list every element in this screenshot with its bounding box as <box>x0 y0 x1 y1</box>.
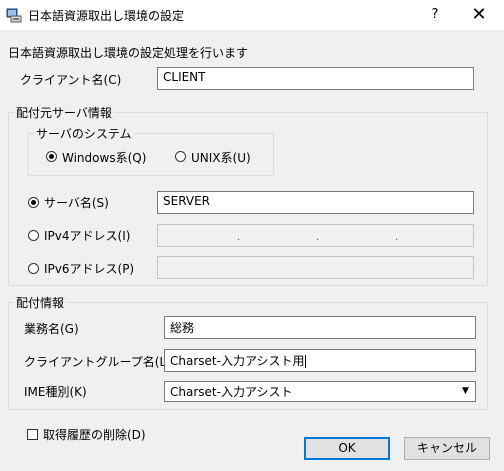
window-title: 日本語資源取出し環境の設定 <box>28 9 185 23</box>
chevron-down-icon[interactable]: ▼ <box>457 382 474 401</box>
ipv4-dot-3: . <box>395 232 399 243</box>
server-name-label: サーバ名(S) <box>44 196 109 210</box>
help-button[interactable]: ? <box>418 0 452 30</box>
business-name-label: 業務名(G) <box>24 322 79 336</box>
ok-button[interactable]: OK <box>304 437 390 460</box>
client-group-input[interactable]: Charset-入力アシスト用 <box>164 349 476 372</box>
distribution-group-title: 配付情報 <box>14 294 67 311</box>
client-group-label: クライアントグループ名(L) <box>24 355 171 369</box>
ipv4-input: . . . <box>157 224 474 247</box>
ipv6-radio[interactable] <box>28 263 39 274</box>
unix-radio-label: UNIX系(U) <box>191 151 251 165</box>
delete-history-label: 取得履歴の削除(D) <box>43 428 146 442</box>
client-name-input[interactable]: CLIENT <box>157 67 474 90</box>
server-name-input[interactable]: SERVER <box>157 191 474 214</box>
cancel-button[interactable]: キャンセル <box>404 437 490 460</box>
server-system-group-title: サーバのシステム <box>34 125 134 142</box>
ipv4-dot-1: . <box>237 232 241 243</box>
ipv4-label: IPv4アドレス(I) <box>44 229 131 243</box>
ipv4-radio[interactable] <box>28 230 39 241</box>
windows-radio[interactable] <box>46 151 57 162</box>
ipv6-input <box>157 256 474 279</box>
ime-type-value: Charset-入力アシスト <box>170 385 293 399</box>
source-server-group-title: 配付元サーバ情報 <box>14 104 114 121</box>
windows-radio-label: Windows系(Q) <box>62 151 147 165</box>
delete-history-checkbox[interactable] <box>27 429 38 440</box>
text-caret <box>305 355 307 368</box>
business-name-input[interactable]: 総務 <box>164 316 476 339</box>
title-bar: 日本語資源取出し環境の設定 ? ✕ <box>0 0 504 30</box>
ipv4-dot-2: . <box>316 232 320 243</box>
ipv6-label: IPv6アドレス(P) <box>44 262 135 276</box>
client-name-label: クライアント名(C) <box>20 73 122 87</box>
close-button[interactable]: ✕ <box>456 0 502 30</box>
ime-type-label: IME種別(K) <box>24 385 87 399</box>
dialog-window: 日本語資源取出し環境の設定 ? ✕ 日本語資源取出し環境の設定処理を行います ク… <box>0 0 504 471</box>
unix-radio[interactable] <box>175 151 186 162</box>
app-icon <box>6 8 22 23</box>
intro-text: 日本語資源取出し環境の設定処理を行います <box>8 46 249 60</box>
ime-type-select[interactable]: Charset-入力アシスト ▼ <box>164 381 476 402</box>
server-name-radio[interactable] <box>28 197 39 208</box>
client-group-value: Charset-入力アシスト用 <box>170 354 305 368</box>
